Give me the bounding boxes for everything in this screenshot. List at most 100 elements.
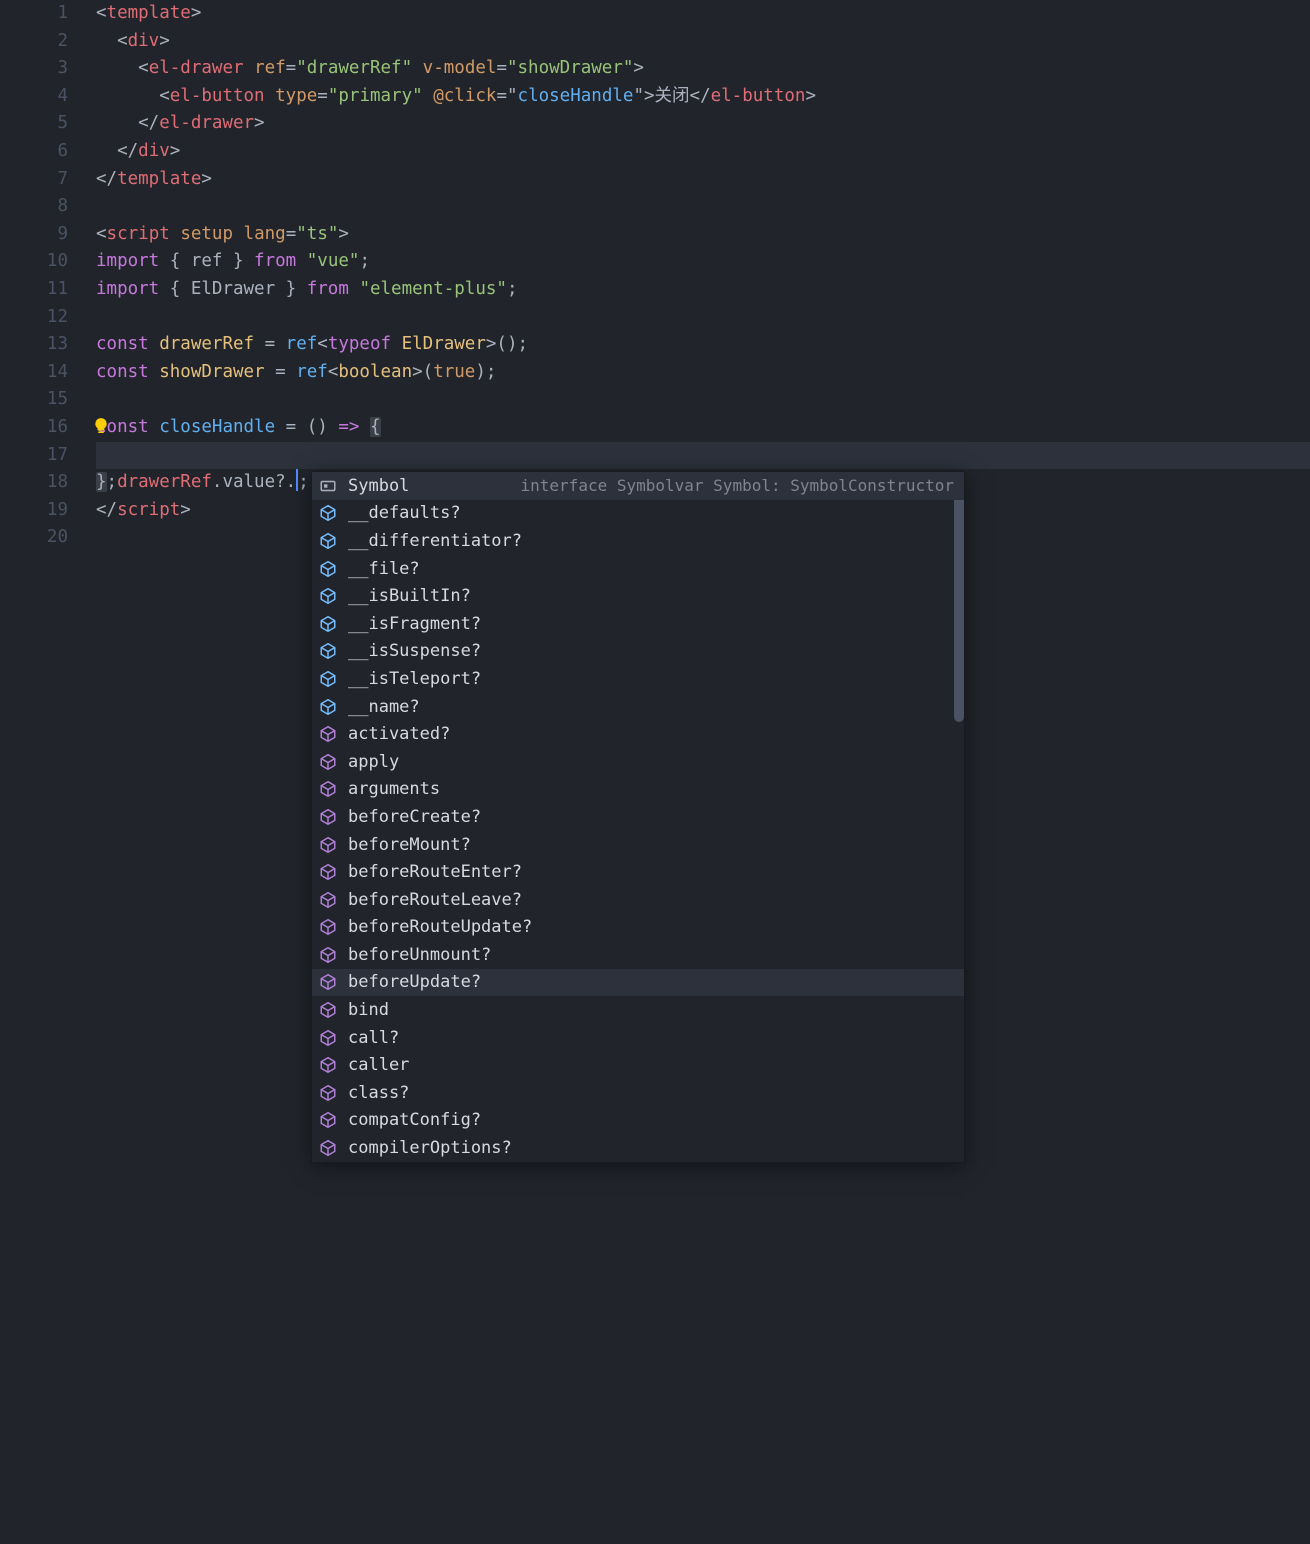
lightbulb-icon[interactable] bbox=[92, 417, 110, 435]
autocomplete-item[interactable]: activated? bbox=[312, 720, 964, 748]
code-line[interactable] bbox=[96, 304, 1310, 332]
autocomplete-item[interactable]: __defaults? bbox=[312, 500, 964, 528]
token-punc bbox=[170, 224, 181, 244]
autocomplete-item[interactable]: apply bbox=[312, 748, 964, 776]
token-punc: } bbox=[275, 279, 307, 299]
line-number: 1 bbox=[0, 0, 68, 28]
autocomplete-item[interactable]: bind bbox=[312, 996, 964, 1024]
autocomplete-item[interactable]: __isBuiltIn? bbox=[312, 582, 964, 610]
autocomplete-item[interactable]: __isFragment? bbox=[312, 610, 964, 638]
autocomplete-item[interactable]: __isTeleport? bbox=[312, 665, 964, 693]
method-icon bbox=[318, 917, 338, 937]
autocomplete-item[interactable]: __isSuspense? bbox=[312, 638, 964, 666]
token-punc: > bbox=[159, 31, 170, 51]
token-punc bbox=[149, 417, 160, 437]
line-number: 18 bbox=[0, 469, 68, 497]
code-line[interactable]: import { ref } from "vue"; bbox=[96, 248, 1310, 276]
code-line[interactable]: <div> bbox=[96, 28, 1310, 56]
autocomplete-popup[interactable]: Symbolinterface Symbolvar Symbol: Symbol… bbox=[311, 471, 965, 1163]
token-punc: ; bbox=[507, 279, 518, 299]
autocomplete-item[interactable]: caller bbox=[312, 1051, 964, 1079]
autocomplete-item[interactable]: compilerOptions? bbox=[312, 1134, 964, 1162]
autocomplete-item[interactable]: call? bbox=[312, 1024, 964, 1052]
token-punc: > bbox=[201, 169, 212, 189]
autocomplete-item[interactable]: class? bbox=[312, 1079, 964, 1107]
token-type: boolean bbox=[338, 362, 412, 382]
autocomplete-item[interactable]: beforeUnmount? bbox=[312, 941, 964, 969]
autocomplete-item-label: __isSuspense? bbox=[348, 641, 481, 661]
autocomplete-item-label: compilerOptions? bbox=[348, 1138, 512, 1158]
code-line[interactable]: const showDrawer = ref<boolean>(true); bbox=[96, 359, 1310, 387]
code-line[interactable]: import { ElDrawer } from "element-plus"; bbox=[96, 276, 1310, 304]
autocomplete-item-label: __isTeleport? bbox=[348, 669, 481, 689]
method-icon bbox=[318, 1028, 338, 1048]
autocomplete-item[interactable]: beforeCreate? bbox=[312, 803, 964, 831]
token-punc: ; bbox=[298, 472, 309, 492]
token-ident: value bbox=[222, 472, 275, 492]
line-number: 19 bbox=[0, 497, 68, 525]
autocomplete-item[interactable]: __name? bbox=[312, 693, 964, 721]
code-line[interactable]: const closeHandle = () => { bbox=[96, 414, 1310, 442]
token-attr: lang bbox=[244, 224, 286, 244]
token-punc: < bbox=[96, 86, 170, 106]
autocomplete-item[interactable]: compatConfig? bbox=[312, 1107, 964, 1135]
token-txt: 关闭 bbox=[655, 86, 690, 106]
autocomplete-item[interactable]: Symbolinterface Symbolvar Symbol: Symbol… bbox=[312, 472, 964, 500]
code-line[interactable]: <script setup lang="ts"> bbox=[96, 221, 1310, 249]
autocomplete-item[interactable]: arguments bbox=[312, 776, 964, 804]
autocomplete-item[interactable]: beforeRouteLeave? bbox=[312, 886, 964, 914]
code-line[interactable]: const drawerRef = ref<typeof ElDrawer>()… bbox=[96, 331, 1310, 359]
token-punc bbox=[359, 417, 370, 437]
token-punc bbox=[391, 334, 402, 354]
line-number: 20 bbox=[0, 524, 68, 552]
code-line[interactable]: drawerRef.value?.; bbox=[96, 442, 1310, 470]
token-punc: > bbox=[633, 58, 644, 78]
line-number: 2 bbox=[0, 28, 68, 56]
token-punc: = bbox=[254, 334, 286, 354]
code-line[interactable]: </div> bbox=[96, 138, 1310, 166]
autocomplete-item-label: __defaults? bbox=[348, 503, 461, 523]
line-number: 9 bbox=[0, 221, 68, 249]
token-tag: script bbox=[117, 500, 180, 520]
autocomplete-item[interactable]: beforeRouteUpdate? bbox=[312, 914, 964, 942]
autocomplete-item[interactable]: beforeUpdate? bbox=[312, 969, 964, 997]
line-number: 15 bbox=[0, 386, 68, 414]
token-punc: { bbox=[159, 251, 191, 271]
field-icon bbox=[318, 503, 338, 523]
autocomplete-item[interactable]: beforeRouteEnter? bbox=[312, 858, 964, 886]
field-icon bbox=[318, 531, 338, 551]
code-line[interactable]: </template> bbox=[96, 166, 1310, 194]
code-area[interactable]: <template> <div> <el-drawer ref="drawerR… bbox=[96, 0, 1310, 552]
token-func: closeHandle bbox=[518, 86, 634, 106]
token-str: "element-plus" bbox=[359, 279, 507, 299]
code-editor[interactable]: 1234567891011121314151617181920 <templat… bbox=[0, 0, 1310, 552]
autocomplete-item-label: __isFragment? bbox=[348, 614, 481, 634]
code-line[interactable]: <template> bbox=[96, 0, 1310, 28]
token-attr: ref bbox=[254, 58, 286, 78]
code-line[interactable]: <el-drawer ref="drawerRef" v-model="show… bbox=[96, 55, 1310, 83]
code-line[interactable]: </el-drawer> bbox=[96, 110, 1310, 138]
token-punc: > bbox=[170, 141, 181, 161]
token-punc: < bbox=[96, 31, 128, 51]
token-punc: </ bbox=[96, 169, 117, 189]
token-punc: < bbox=[317, 334, 328, 354]
token-func: ref bbox=[286, 334, 318, 354]
token-punc: </ bbox=[690, 86, 711, 106]
line-number: 6 bbox=[0, 138, 68, 166]
autocomplete-item[interactable]: beforeMount? bbox=[312, 831, 964, 859]
token-kw: import bbox=[96, 251, 159, 271]
autocomplete-item[interactable]: __file? bbox=[312, 555, 964, 583]
autocomplete-item[interactable]: __differentiator? bbox=[312, 527, 964, 555]
line-number: 11 bbox=[0, 276, 68, 304]
code-line[interactable] bbox=[96, 193, 1310, 221]
field-icon bbox=[318, 669, 338, 689]
code-line[interactable] bbox=[96, 386, 1310, 414]
method-icon bbox=[318, 1083, 338, 1103]
current-line-highlight bbox=[96, 442, 1310, 470]
method-icon bbox=[318, 752, 338, 772]
token-var: showDrawer bbox=[159, 362, 264, 382]
code-line[interactable]: <el-button type="primary" @click="closeH… bbox=[96, 83, 1310, 111]
method-icon bbox=[318, 1138, 338, 1158]
autocomplete-item-label: arguments bbox=[348, 779, 440, 799]
field-icon bbox=[318, 614, 338, 634]
